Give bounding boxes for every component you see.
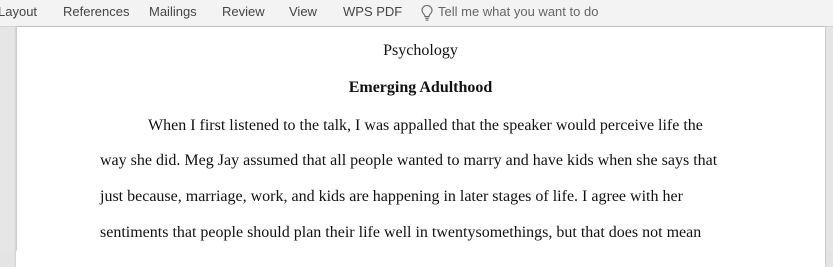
tell-me-placeholder: Tell me what you want to do (438, 4, 599, 19)
tab-mailings[interactable]: Mailings (149, 4, 197, 19)
tab-view[interactable]: View (289, 4, 317, 19)
paragraph-line-4: sentiments that people should plan their… (100, 224, 702, 241)
tab-layout[interactable]: Layout (0, 4, 37, 19)
ribbon-tab-bar: Layout References Mailings Review View W… (0, 0, 833, 27)
lightbulb-icon (421, 4, 433, 21)
document-subject-line: Psychology (383, 42, 458, 59)
document-title: Emerging Adulthood (348, 79, 493, 96)
tab-references[interactable]: References (63, 4, 129, 19)
page-edge-left (16, 27, 17, 251)
page-edge-right (825, 27, 826, 251)
paragraph-line-2: way she did. Meg Jay assumed that all pe… (100, 152, 718, 169)
paragraph-line-3: just because, marriage, work, and kids a… (100, 188, 683, 205)
tab-review[interactable]: Review (222, 4, 265, 19)
tab-wps-pdf[interactable]: WPS PDF (343, 4, 402, 19)
paragraph-line-1: When I first listened to the talk, I was… (148, 117, 703, 134)
